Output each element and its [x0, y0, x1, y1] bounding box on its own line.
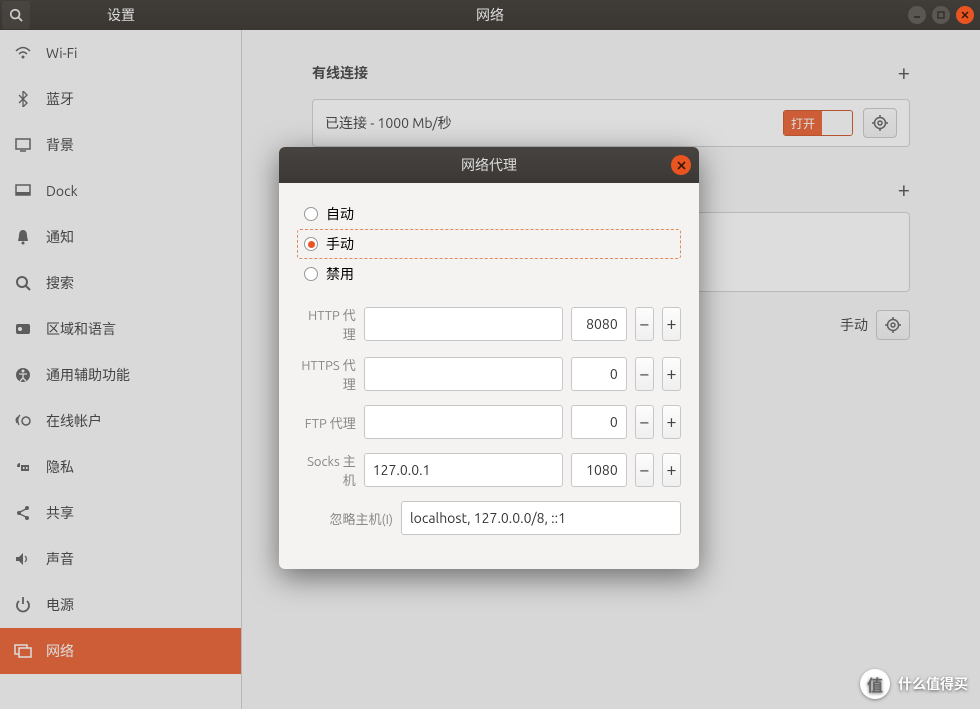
- watermark: 值 什么值得买: [860, 669, 968, 699]
- share-icon: [14, 505, 32, 521]
- window-title: 网络: [0, 5, 980, 25]
- sidebar-item-label: 电源: [46, 595, 74, 615]
- accessibility-icon: [14, 367, 32, 383]
- proxy-mode-label: 手动: [840, 315, 868, 335]
- dialog-titlebar: 网络代理: [279, 147, 699, 183]
- close-button[interactable]: [956, 6, 974, 24]
- watermark-text: 什么值得买: [898, 674, 968, 694]
- sidebar-item-background[interactable]: 背景: [0, 122, 241, 168]
- gear-icon: [885, 317, 901, 333]
- sidebar-item-privacy[interactable]: 隐私: [0, 444, 241, 490]
- sidebar-item-label: 通用辅助功能: [46, 365, 130, 385]
- http-proxy-host-input[interactable]: [364, 307, 563, 341]
- sidebar: Wi-Fi 蓝牙 背景 Dock 通知 搜索 区域和语言 通用辅助功能 在线帐户…: [0, 30, 242, 709]
- dialog-title: 网络代理: [461, 155, 517, 175]
- sidebar-item-bluetooth[interactable]: 蓝牙: [0, 76, 241, 122]
- sidebar-item-sharing[interactable]: 共享: [0, 490, 241, 536]
- http-port-increment[interactable]: +: [662, 307, 681, 341]
- toggle-knob: [822, 111, 852, 135]
- region-icon: [14, 322, 32, 336]
- https-proxy-port-input[interactable]: [571, 357, 627, 391]
- proxy-mode-auto[interactable]: 自动: [297, 199, 681, 229]
- radio-icon: [304, 267, 318, 281]
- ignore-hosts-label: 忽略主机(I): [297, 509, 393, 528]
- privacy-icon: [14, 460, 32, 474]
- wired-toggle[interactable]: 打开: [783, 110, 853, 136]
- ftp-proxy-host-input[interactable]: [364, 405, 563, 439]
- sidebar-item-online[interactable]: 在线帐户: [0, 398, 241, 444]
- proxy-mode-manual[interactable]: 手动: [297, 229, 681, 259]
- proxy-dialog: 网络代理 自动 手动 禁用 HTTP 代理 − + HTTPS: [279, 147, 699, 569]
- sidebar-item-label: Dock: [46, 183, 78, 199]
- sidebar-item-label: 区域和语言: [46, 319, 116, 339]
- dock-icon: [14, 184, 32, 198]
- http-proxy-port-input[interactable]: [571, 307, 627, 341]
- ftp-port-increment[interactable]: +: [662, 405, 681, 439]
- connection-status: 已连接 - 1000 Mb/秒: [325, 113, 773, 133]
- wired-settings-button[interactable]: [863, 108, 897, 138]
- sidebar-item-dock[interactable]: Dock: [0, 168, 241, 214]
- sound-icon: [14, 552, 32, 566]
- sidebar-item-label: 蓝牙: [46, 89, 74, 109]
- sidebar-item-sound[interactable]: 声音: [0, 536, 241, 582]
- http-proxy-label: HTTP 代理: [297, 305, 356, 343]
- sidebar-item-notifications[interactable]: 通知: [0, 214, 241, 260]
- sidebar-item-accessibility[interactable]: 通用辅助功能: [0, 352, 241, 398]
- radio-label: 禁用: [326, 264, 354, 284]
- sidebar-item-search[interactable]: 搜索: [0, 260, 241, 306]
- sidebar-item-label: 声音: [46, 549, 74, 569]
- radio-label: 自动: [326, 204, 354, 224]
- radio-label: 手动: [326, 234, 354, 254]
- sidebar-item-label: 在线帐户: [46, 411, 102, 431]
- http-port-decrement[interactable]: −: [635, 307, 654, 341]
- online-icon: [14, 414, 32, 428]
- background-icon: [14, 138, 32, 152]
- search-icon: [14, 275, 32, 291]
- sidebar-item-region[interactable]: 区域和语言: [0, 306, 241, 352]
- socks-port-input[interactable]: [571, 453, 627, 487]
- watermark-badge-icon: 值: [860, 669, 890, 699]
- sidebar-item-label: 共享: [46, 503, 74, 523]
- sidebar-item-label: 通知: [46, 227, 74, 247]
- socks-port-decrement[interactable]: −: [635, 453, 654, 487]
- titlebar: 设置 网络: [0, 0, 980, 30]
- wired-connection-row: 已连接 - 1000 Mb/秒 打开: [312, 99, 910, 147]
- https-port-increment[interactable]: +: [662, 357, 681, 391]
- wired-section-title: 有线连接: [312, 63, 368, 83]
- power-icon: [14, 597, 32, 613]
- toggle-on-label: 打开: [784, 111, 822, 135]
- sidebar-item-label: 背景: [46, 135, 74, 155]
- ftp-proxy-label: FTP 代理: [297, 413, 356, 432]
- sidebar-item-wifi[interactable]: Wi-Fi: [0, 30, 241, 76]
- socks-host-input[interactable]: [364, 453, 563, 487]
- maximize-button[interactable]: [932, 6, 950, 24]
- socks-port-increment[interactable]: +: [662, 453, 681, 487]
- radio-icon: [304, 207, 318, 221]
- sidebar-item-power[interactable]: 电源: [0, 582, 241, 628]
- ftp-proxy-port-input[interactable]: [571, 405, 627, 439]
- sidebar-item-label: 搜索: [46, 273, 74, 293]
- https-proxy-label: HTTPS 代理: [297, 355, 356, 393]
- add-wired-button[interactable]: +: [898, 60, 910, 85]
- bell-icon: [14, 229, 32, 245]
- bluetooth-icon: [14, 91, 32, 107]
- wifi-icon: [14, 45, 32, 61]
- sidebar-item-label: Wi-Fi: [46, 45, 77, 61]
- https-proxy-host-input[interactable]: [364, 357, 563, 391]
- sidebar-item-label: 网络: [46, 641, 74, 661]
- ignore-hosts-input[interactable]: [401, 501, 681, 535]
- add-vpn-button[interactable]: +: [898, 177, 910, 202]
- dialog-close-button[interactable]: [671, 155, 691, 175]
- radio-icon: [304, 237, 318, 251]
- proxy-mode-disabled[interactable]: 禁用: [297, 259, 681, 289]
- sidebar-item-network[interactable]: 网络: [0, 628, 241, 674]
- gear-icon: [872, 115, 888, 131]
- network-icon: [14, 644, 32, 658]
- sidebar-item-label: 隐私: [46, 457, 74, 477]
- proxy-settings-button[interactable]: [876, 310, 910, 340]
- ftp-port-decrement[interactable]: −: [635, 405, 654, 439]
- minimize-button[interactable]: [908, 6, 926, 24]
- https-port-decrement[interactable]: −: [635, 357, 654, 391]
- socks-host-label: Socks 主机: [297, 451, 356, 489]
